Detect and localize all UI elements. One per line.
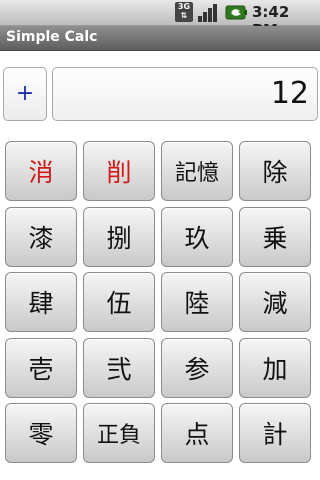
network-3g-icon: 3G ⇅ bbox=[175, 2, 193, 22]
digit-4-button[interactable]: 肆 bbox=[5, 272, 77, 332]
digit-1-button[interactable]: 壱 bbox=[5, 337, 77, 398]
decimal-point-button[interactable]: 点 bbox=[161, 403, 233, 463]
digit-7-button[interactable]: 漆 bbox=[5, 206, 77, 267]
keypad: 消 削 記憶 除 漆 捌 玖 乗 肆 伍 陸 減 壱 弐 参 加 零 正負 点 … bbox=[5, 141, 313, 463]
app-title: Simple Calc bbox=[6, 29, 98, 45]
divide-button[interactable]: 除 bbox=[239, 141, 311, 201]
delete-button[interactable]: 削 bbox=[83, 141, 155, 201]
operator-indicator: + bbox=[3, 67, 47, 121]
digit-5-button[interactable]: 伍 bbox=[83, 272, 155, 332]
multiply-button[interactable]: 乗 bbox=[239, 206, 311, 267]
digit-8-button[interactable]: 捌 bbox=[83, 206, 155, 267]
clear-button[interactable]: 消 bbox=[5, 141, 77, 201]
add-button[interactable]: 加 bbox=[239, 337, 311, 398]
result-display: 12 bbox=[52, 67, 318, 121]
network-label: 3G bbox=[177, 2, 191, 11]
plus-minus-button[interactable]: 正負 bbox=[83, 403, 155, 463]
digit-3-button[interactable]: 参 bbox=[161, 337, 233, 398]
digit-0-button[interactable]: 零 bbox=[5, 403, 77, 463]
digit-2-button[interactable]: 弐 bbox=[83, 337, 155, 398]
battery-charging-icon bbox=[225, 5, 247, 20]
equals-button[interactable]: 計 bbox=[239, 403, 311, 463]
digit-6-button[interactable]: 陸 bbox=[161, 272, 233, 332]
app-title-bar: Simple Calc bbox=[0, 26, 320, 51]
status-bar: 3G⇅ 3:42 PM bbox=[0, 0, 320, 39]
memory-button[interactable]: 記憶 bbox=[161, 141, 233, 201]
signal-strength-icon bbox=[198, 4, 217, 22]
subtract-button[interactable]: 減 bbox=[239, 272, 311, 332]
digit-9-button[interactable]: 玖 bbox=[161, 206, 233, 267]
